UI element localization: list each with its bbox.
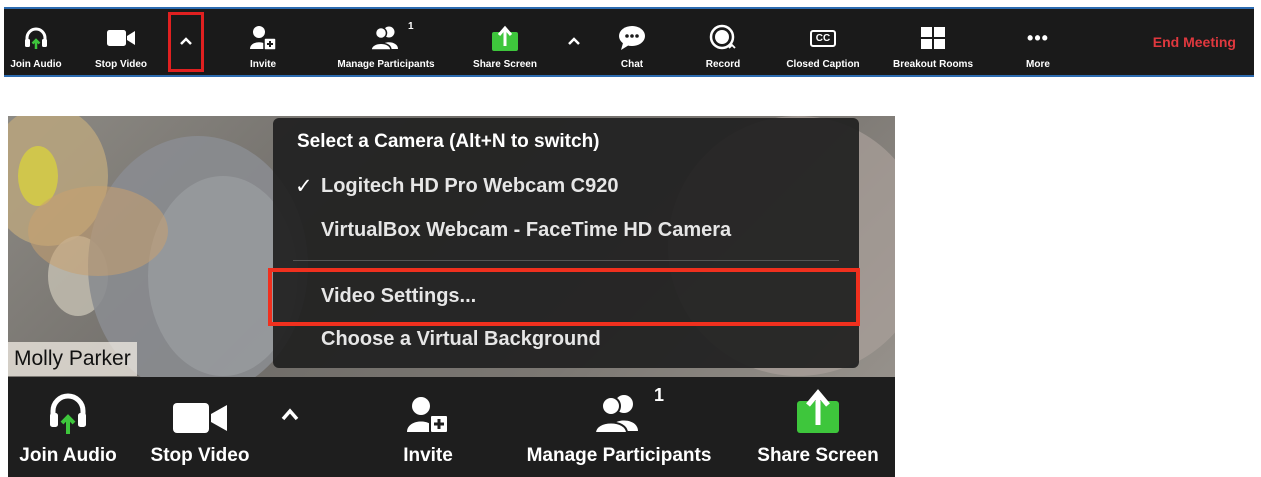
stop-video-button[interactable]: Stop Video (88, 9, 154, 75)
camera-option-logitech[interactable]: ✓ Logitech HD Pro Webcam C920 (273, 168, 907, 204)
chevron-up-icon (179, 33, 193, 51)
headphones-icon (48, 377, 88, 435)
camera-option-label: VirtualBox Webcam - FaceTime HD Camera (321, 218, 732, 241)
share-screen-button[interactable]: Share Screen (748, 377, 888, 477)
manage-participants-label: Manage Participants (337, 59, 435, 70)
video-options-caret-button[interactable] (280, 407, 300, 426)
chevron-up-icon (567, 33, 581, 51)
video-options-caret-button[interactable] (168, 12, 204, 72)
join-audio-button[interactable]: Join Audio (8, 377, 128, 477)
stop-video-label: Stop Video (150, 445, 250, 466)
zoom-instruction-screenshot: Join Audio Stop Video Invite 1 Manage Pa… (0, 0, 1261, 477)
menu-title: Select a Camera (Alt+N to switch) (297, 131, 600, 152)
share-screen-button[interactable]: Share Screen (464, 9, 546, 75)
share-screen-icon (489, 23, 521, 53)
video-settings-label: Video Settings... (321, 284, 477, 307)
join-audio-label: Join Audio (10, 59, 62, 70)
bottom-meeting-toolbar: Join Audio Stop Video Invite 1 Manage Pa… (8, 377, 895, 477)
end-meeting-button[interactable]: End Meeting (1153, 9, 1236, 75)
record-label: Record (705, 59, 741, 70)
join-audio-button[interactable]: Join Audio (6, 9, 66, 75)
video-camera-icon (172, 377, 228, 435)
closed-caption-icon: CC (807, 23, 839, 53)
manage-participants-button[interactable]: 1 Manage Participants (316, 9, 456, 75)
add-user-icon (406, 377, 450, 435)
closed-caption-button[interactable]: CC Closed Caption (770, 9, 876, 75)
checkmark-icon: ✓ (295, 174, 313, 198)
join-audio-label: Join Audio (19, 445, 117, 466)
share-options-caret-button[interactable] (562, 9, 586, 75)
breakout-rooms-button[interactable]: Breakout Rooms (880, 9, 986, 75)
camera-option-virtualbox[interactable]: VirtualBox Webcam - FaceTime HD Camera (273, 212, 907, 248)
menu-divider (293, 260, 839, 261)
participants-count-badge: 1 (654, 385, 665, 405)
headphones-icon (20, 23, 52, 53)
video-settings-menu-item[interactable]: Video Settings... (273, 278, 907, 314)
virtual-background-label: Choose a Virtual Background (321, 327, 601, 350)
camera-select-menu: Select a Camera (Alt+N to switch) ✓ Logi… (273, 118, 859, 368)
invite-button[interactable]: Invite (398, 377, 458, 477)
participants-icon: 1 (370, 21, 414, 53)
chat-label: Chat (620, 59, 644, 70)
share-screen-label: Share Screen (473, 59, 537, 70)
more-button[interactable]: ••• More (1018, 9, 1058, 75)
camera-option-label: Logitech HD Pro Webcam C920 (321, 174, 619, 197)
video-camera-icon (105, 23, 137, 53)
chat-bubble-icon (616, 23, 648, 53)
participants-count-badge: 1 (408, 21, 414, 32)
invite-label: Invite (403, 445, 453, 466)
breakout-rooms-label: Breakout Rooms (892, 59, 973, 70)
invite-label: Invite (249, 59, 277, 70)
more-dots-icon: ••• (1027, 27, 1049, 48)
record-icon (707, 23, 739, 53)
participants-icon: 1 (594, 377, 664, 435)
share-screen-icon (795, 377, 841, 435)
top-meeting-toolbar: Join Audio Stop Video Invite 1 Manage Pa… (4, 7, 1254, 77)
participant-name-tag: Molly Parker (8, 342, 137, 376)
more-label: More (1026, 59, 1050, 70)
chevron-up-icon (280, 408, 300, 425)
add-user-icon (247, 23, 279, 53)
record-button[interactable]: Record (700, 9, 746, 75)
chat-button[interactable]: Chat (612, 9, 652, 75)
manage-participants-label: Manage Participants (526, 445, 712, 466)
invite-button[interactable]: Invite (238, 9, 288, 75)
manage-participants-button[interactable]: 1 Manage Participants (504, 377, 734, 477)
breakout-rooms-icon (917, 23, 949, 53)
stop-video-button[interactable]: Stop Video (140, 377, 260, 477)
closed-caption-label: Closed Caption (786, 59, 860, 70)
virtual-background-menu-item[interactable]: Choose a Virtual Background (273, 321, 907, 357)
stop-video-label: Stop Video (94, 59, 148, 70)
share-screen-label: Share Screen (757, 445, 879, 466)
